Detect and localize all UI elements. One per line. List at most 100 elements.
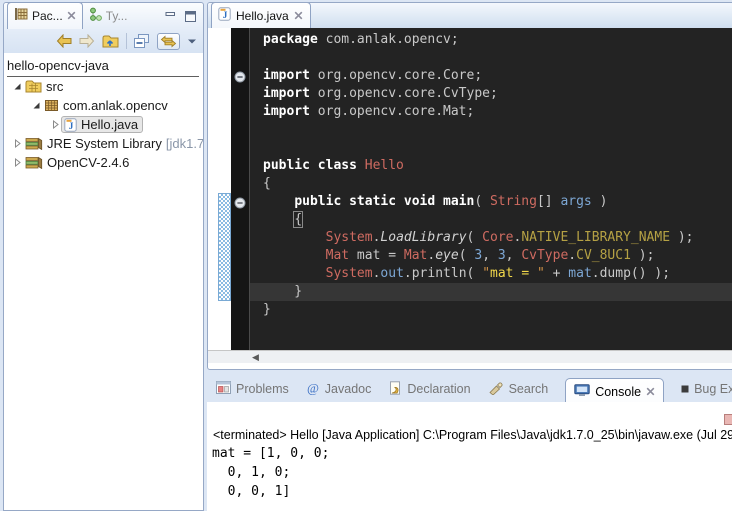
tab-javadoc[interactable]: @ Javadoc xyxy=(306,381,372,398)
tab-search[interactable]: Search xyxy=(488,381,549,398)
code-line xyxy=(250,49,732,67)
tree-item-content[interactable]: com.anlak.opencv xyxy=(42,98,172,113)
library-icon xyxy=(25,156,43,169)
console-process-label: <terminated> Hello [Java Application] C:… xyxy=(207,402,732,443)
forward-button[interactable] xyxy=(79,34,95,48)
search-icon xyxy=(488,381,504,398)
package-explorer-icon xyxy=(14,7,28,24)
editor-horizontal-scrollbar[interactable]: ◀ xyxy=(208,350,732,363)
twistie-collapsed-icon[interactable] xyxy=(12,139,23,148)
tree-item-opencv-2-4-6[interactable]: OpenCV-2.4.6 xyxy=(4,153,203,172)
up-button[interactable] xyxy=(102,34,119,49)
package-icon xyxy=(44,99,59,112)
code-editor[interactable]: package com.anlak.opencv; import org.ope… xyxy=(249,28,732,350)
console-output[interactable]: mat = [1, 0, 0; 0, 1, 0; 0, 0, 1] xyxy=(212,444,732,501)
close-icon[interactable] xyxy=(67,9,76,23)
java-file-icon: J xyxy=(218,7,231,24)
tab-label: Hello.java xyxy=(236,9,289,23)
fold-collapse-icon[interactable] xyxy=(234,70,246,88)
explorer-header: Pac... Ty... xyxy=(4,3,203,53)
package-folder-icon xyxy=(25,80,42,93)
twistie-expanded-icon[interactable] xyxy=(31,101,42,110)
tree-item-label: com.anlak.opencv xyxy=(63,98,168,113)
code-line: Mat mat = Mat.eye( 3, 3, CvType.CV_8UC1 … xyxy=(250,247,732,265)
twistie-collapsed-icon[interactable] xyxy=(12,158,23,167)
tab-type-hierarchy[interactable]: Ty... xyxy=(83,3,134,29)
tab-label: Pac... xyxy=(32,9,63,23)
tree-item-decoration: [jdk1.7.0 xyxy=(166,136,203,151)
code-line: import org.opencv.core.CvType; xyxy=(250,85,732,103)
code-line-current: } xyxy=(250,283,732,301)
tab-label: Problems xyxy=(236,382,289,396)
tab-label: Ty... xyxy=(106,9,128,23)
tree-item-project-root[interactable]: hello-opencv-java xyxy=(7,58,199,77)
java-file-icon: J xyxy=(64,118,77,132)
link-with-editor-toggle[interactable] xyxy=(157,33,180,50)
eclipse-workbench: Pac... Ty... xyxy=(0,0,732,511)
code-line: System.out.println( "mat = " + mat.dump(… xyxy=(250,265,732,283)
method-range-indicator xyxy=(218,193,231,301)
tree-item-content[interactable]: src xyxy=(23,79,67,94)
tree-item-content[interactable]: OpenCV-2.4.6 xyxy=(23,155,133,170)
code-line: { xyxy=(250,175,732,193)
code-line: import org.opencv.core.Core; xyxy=(250,67,732,85)
type-hierarchy-icon xyxy=(89,7,102,24)
back-button[interactable] xyxy=(56,34,72,48)
editor-tab-bar: J Hello.java xyxy=(208,3,732,28)
view-menu-button[interactable] xyxy=(187,38,197,45)
editor-body: package com.anlak.opencv; import org.ope… xyxy=(208,28,732,350)
tab-bug-explorer[interactable]: Bug Explorer xyxy=(681,382,732,396)
tree-item-content[interactable]: J Hello.java xyxy=(61,116,143,133)
console-icon xyxy=(574,384,590,400)
declaration-icon xyxy=(388,381,402,398)
package-explorer-panel: Pac... Ty... xyxy=(3,2,204,511)
tree-items: src com.anlak.opencv J Hello.java JRE System… xyxy=(4,77,203,172)
code-line: System.LoadLibrary( Core.NATIVE_LIBRARY_… xyxy=(250,229,732,247)
tree-item-jre-system-library[interactable]: JRE System Library [jdk1.7.0 xyxy=(4,134,203,153)
scroll-left-arrow-icon[interactable]: ◀ xyxy=(252,351,259,363)
tree-item-src[interactable]: src xyxy=(4,77,203,96)
code-line: import org.opencv.core.Mat; xyxy=(250,103,732,121)
tab-hello-java[interactable]: J Hello.java xyxy=(211,2,311,28)
close-icon[interactable] xyxy=(294,9,303,23)
code-line: } xyxy=(250,301,732,319)
editor-area: J Hello.java package com.anlak.opencv; i… xyxy=(207,2,732,370)
code-line: public class Hello xyxy=(250,157,732,175)
editor-fold-gutter xyxy=(231,28,249,350)
code-line: { xyxy=(250,211,732,229)
javadoc-icon: @ xyxy=(306,381,320,398)
minimize-panel-button[interactable] xyxy=(165,9,176,27)
close-icon[interactable] xyxy=(646,385,655,399)
tab-declaration[interactable]: Declaration xyxy=(388,381,470,398)
console-toolbar-icon[interactable] xyxy=(724,414,732,425)
code-line xyxy=(250,139,732,157)
tree-item-hello-java[interactable]: J Hello.java xyxy=(4,115,203,134)
tree-item-label: Hello.java xyxy=(81,117,138,132)
console-view: <terminated> Hello [Java Application] C:… xyxy=(207,402,732,511)
library-icon xyxy=(25,137,43,150)
tree-item-label: OpenCV-2.4.6 xyxy=(47,155,129,170)
maximize-panel-button[interactable] xyxy=(185,9,196,27)
fold-collapse-icon[interactable] xyxy=(234,196,246,214)
twistie-collapsed-icon[interactable] xyxy=(50,120,61,129)
tree-item-com-anlak-opencv[interactable]: com.anlak.opencv xyxy=(4,96,203,115)
tab-label: Javadoc xyxy=(325,382,372,396)
problems-icon xyxy=(216,381,231,397)
code-line xyxy=(250,121,732,139)
code-line: public static void main( String[] args ) xyxy=(250,193,732,211)
tab-package-explorer[interactable]: Pac... xyxy=(7,2,83,29)
tree-item-label: JRE System Library xyxy=(47,136,162,151)
tab-problems[interactable]: Problems xyxy=(216,381,289,397)
editor-left-margin xyxy=(208,28,231,350)
twistie-expanded-icon[interactable] xyxy=(12,82,23,91)
package-explorer-tree: hello-opencv-java src com.anlak.opencv J He… xyxy=(4,53,203,172)
toolbar-separator xyxy=(126,33,127,49)
tab-label: Search xyxy=(509,382,549,396)
panel-window-buttons xyxy=(165,9,196,27)
tree-item-content[interactable]: JRE System Library [jdk1.7.0 xyxy=(23,136,203,151)
tab-label: Declaration xyxy=(407,382,470,396)
bug-square-icon xyxy=(681,382,689,396)
collapse-all-button[interactable] xyxy=(134,34,150,48)
svg-text:J: J xyxy=(69,122,74,132)
tab-label: Bug Explorer xyxy=(694,382,732,396)
